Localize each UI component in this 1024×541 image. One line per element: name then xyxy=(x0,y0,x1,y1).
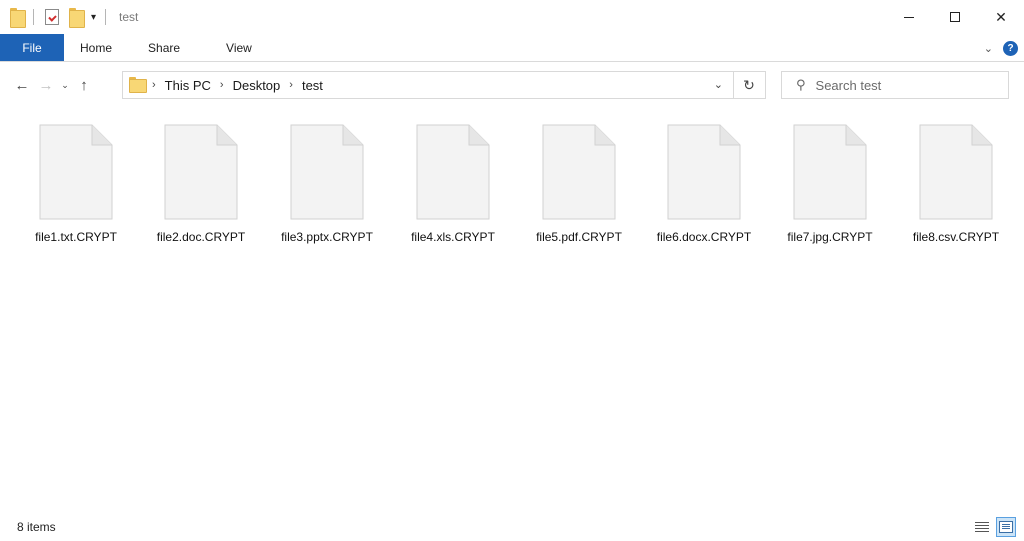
search-input[interactable] xyxy=(815,77,986,93)
file-item[interactable]: file3.pptx.CRYPT xyxy=(267,124,387,244)
address-dropdown-icon[interactable]: ⌄ xyxy=(714,78,723,91)
quick-access-toolbar: ▾ test xyxy=(0,0,138,34)
refresh-button[interactable]: ↻ xyxy=(733,71,766,99)
breadcrumb-this-pc[interactable]: This PC xyxy=(165,78,211,93)
details-view-button[interactable] xyxy=(972,517,992,537)
recent-locations-icon[interactable]: ⌄ xyxy=(58,80,72,91)
file-item[interactable]: file8.csv.CRYPT xyxy=(896,124,1016,244)
new-folder-icon[interactable] xyxy=(69,8,85,28)
file-name: file7.jpg.CRYPT xyxy=(787,230,873,244)
file-item[interactable]: file1.txt.CRYPT xyxy=(16,124,136,244)
file-item[interactable]: file5.pdf.CRYPT xyxy=(519,124,639,244)
breadcrumb-separator[interactable]: › xyxy=(289,79,293,91)
file-name: file6.docx.CRYPT xyxy=(656,230,752,244)
minimize-icon xyxy=(904,16,914,18)
help-icon[interactable]: ? xyxy=(1003,40,1018,56)
file-name: file4.xls.CRYPT xyxy=(411,230,495,244)
file-name: file8.csv.CRYPT xyxy=(912,230,1000,244)
tab-view[interactable]: View xyxy=(196,34,268,61)
large-icons-view-icon xyxy=(999,521,1013,533)
file-list: file1.txt.CRYPT file2.doc.CRYPT file3.pptx… xyxy=(0,108,1024,508)
file-name: file1.txt.CRYPT xyxy=(35,230,117,244)
address-bar[interactable]: › This PC › Desktop › test ⌄ xyxy=(122,71,734,99)
window-title: test xyxy=(119,10,139,24)
generic-file-icon xyxy=(164,124,238,220)
generic-file-icon xyxy=(667,124,741,220)
tab-file[interactable]: File xyxy=(0,34,64,61)
breadcrumb-separator[interactable]: › xyxy=(152,79,156,91)
generic-file-icon xyxy=(542,124,616,220)
ribbon-tabs: File Home Share View ⌄ ? xyxy=(0,34,1024,62)
back-arrow-icon[interactable]: ← xyxy=(10,77,34,94)
title-bar: ▾ test ✕ xyxy=(0,0,1024,34)
breadcrumb-desktop[interactable]: Desktop xyxy=(233,78,281,93)
generic-file-icon xyxy=(416,124,490,220)
folder-icon xyxy=(129,77,147,93)
minimize-button[interactable] xyxy=(886,0,932,34)
status-bar: 8 items xyxy=(0,513,1024,541)
file-item[interactable]: file7.jpg.CRYPT xyxy=(770,124,890,244)
item-count: 8 items xyxy=(17,520,56,534)
customize-toolbar-icon[interactable]: ▾ xyxy=(91,12,96,23)
close-icon: ✕ xyxy=(995,8,1007,25)
search-icon: ⚲ xyxy=(796,77,806,92)
expand-ribbon-icon[interactable]: ⌄ xyxy=(984,42,993,55)
tab-home[interactable]: Home xyxy=(64,34,128,61)
toolbar-divider xyxy=(33,9,34,25)
generic-file-icon xyxy=(290,124,364,220)
details-view-icon xyxy=(975,522,989,532)
generic-file-icon xyxy=(793,124,867,220)
generic-file-icon xyxy=(919,124,993,220)
file-item[interactable]: file4.xls.CRYPT xyxy=(393,124,513,244)
generic-file-icon xyxy=(39,124,113,220)
breadcrumb-test[interactable]: test xyxy=(302,78,323,93)
tab-share[interactable]: Share xyxy=(128,34,196,61)
refresh-icon: ↻ xyxy=(743,76,755,93)
forward-arrow-icon[interactable]: → xyxy=(34,77,58,94)
search-box[interactable]: ⚲ xyxy=(781,71,1009,99)
close-button[interactable]: ✕ xyxy=(978,0,1024,34)
file-item[interactable]: file2.doc.CRYPT xyxy=(141,124,261,244)
toolbar-divider xyxy=(105,9,107,25)
maximize-button[interactable] xyxy=(932,0,978,34)
file-name: file5.pdf.CRYPT xyxy=(536,230,622,244)
file-name: file3.pptx.CRYPT xyxy=(281,230,373,244)
large-icons-view-button[interactable] xyxy=(996,517,1016,537)
properties-icon[interactable] xyxy=(45,9,59,25)
file-name: file2.doc.CRYPT xyxy=(156,230,246,244)
file-item[interactable]: file6.docx.CRYPT xyxy=(644,124,764,244)
folder-icon xyxy=(10,8,26,28)
up-arrow-icon[interactable]: ↑ xyxy=(72,77,96,94)
navigation-bar: ← → ⌄ ↑ › This PC › Desktop › test ⌄ ↻ ⚲ xyxy=(0,62,1024,108)
breadcrumb-separator[interactable]: › xyxy=(220,79,224,91)
maximize-icon xyxy=(950,12,960,22)
